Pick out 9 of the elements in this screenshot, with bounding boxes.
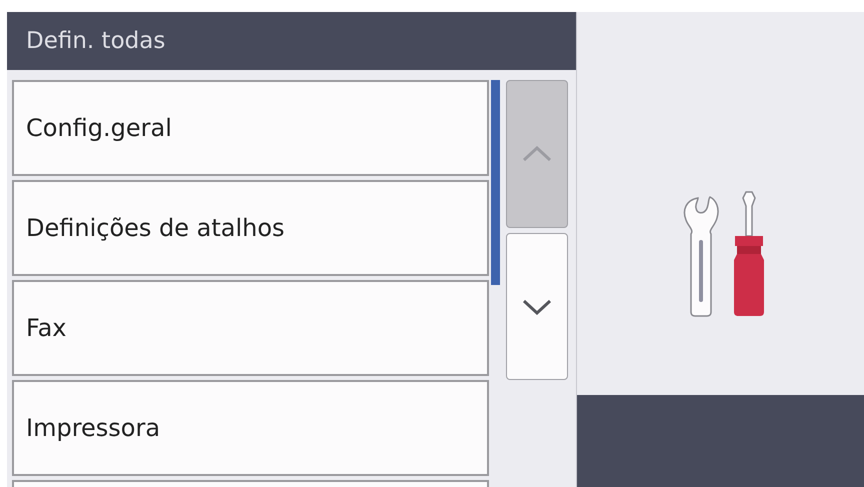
screen-title: Defin. todas [7,12,576,70]
chevron-down-icon [522,298,552,314]
chevron-up-icon [522,146,552,162]
scroll-down-button[interactable] [506,233,568,380]
menu-item[interactable]: Config.geral [12,80,489,176]
menu-item[interactable]: Fax [12,280,489,376]
menu-item[interactable]: Definições de atalhos [12,180,489,276]
scrollbar-thumb[interactable] [491,80,500,285]
menu-item[interactable]: Impressora [12,380,489,476]
